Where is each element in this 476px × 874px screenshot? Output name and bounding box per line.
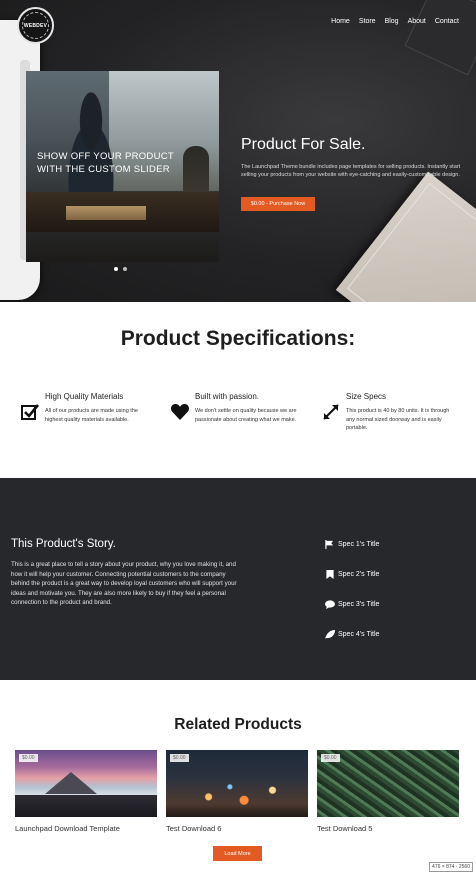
product-card[interactable]: $0.00 Test Download 5 xyxy=(317,750,459,833)
logo-ring: WEBDEV xyxy=(22,12,49,39)
spec-text: We don't settle on quality because we ar… xyxy=(195,408,297,423)
spec-list-item: Spec 4's Title xyxy=(324,619,379,649)
story-title: This Product's Story. xyxy=(11,538,116,550)
spec-text: This product is 40 by 80 units. It is th… xyxy=(346,408,450,431)
heart-icon xyxy=(170,403,190,420)
nav-item-home[interactable]: Home xyxy=(331,18,350,25)
spec-title: Built with passion. xyxy=(195,392,260,401)
spec-list-item: Spec 1's Title xyxy=(324,529,379,559)
corner-decoration xyxy=(404,0,476,76)
price-badge: $0.00 xyxy=(170,754,189,762)
spec-list-label: Spec 1's Title xyxy=(338,540,380,548)
story-text: This is a great place to tell a story ab… xyxy=(11,561,237,606)
dimension-label: 476 × 874 · 2560 xyxy=(429,862,473,872)
slider-dot-1[interactable] xyxy=(114,267,118,271)
story-section: This Product's Story. This is a great pl… xyxy=(0,478,476,680)
book-decoration xyxy=(335,171,476,302)
hero-description: The Launchpad Theme bundle includes page… xyxy=(241,164,461,178)
slider-dot-2[interactable] xyxy=(123,267,127,271)
product-thumbnail[interactable]: $0.00 xyxy=(166,750,308,817)
logo-text: WEBDEV xyxy=(23,22,48,29)
spec-title: High Quality Materials xyxy=(45,392,124,401)
spec-list-item: Spec 3's Title xyxy=(324,589,379,619)
product-card[interactable]: $0.00 Test Download 6 xyxy=(166,750,308,833)
product-card[interactable]: $0.00 Launchpad Download Template xyxy=(15,750,157,833)
product-name[interactable]: Test Download 6 xyxy=(166,824,308,833)
leaf-icon xyxy=(324,629,335,639)
price-badge: $0.00 xyxy=(19,754,38,762)
hero-slider-image[interactable]: SHOW OFF YOUR PRODUCT WITH THE CUSTOM SL… xyxy=(26,71,219,262)
slider-dots xyxy=(114,267,127,271)
photo-book xyxy=(66,206,146,220)
spec-list: Spec 1's Title Spec 2's Title Spec 3's T… xyxy=(324,529,379,649)
product-thumbnail[interactable]: $0.00 xyxy=(317,750,459,817)
slider-caption: SHOW OFF YOUR PRODUCT WITH THE CUSTOM SL… xyxy=(37,151,174,175)
spec-text: All of our products are made using the h… xyxy=(45,408,138,423)
product-thumbnail[interactable]: $0.00 xyxy=(15,750,157,817)
hero-section: WEBDEV Home Store Blog About Contact SHO… xyxy=(0,0,476,302)
nav-item-blog[interactable]: Blog xyxy=(385,18,399,25)
specs-title: Product Specifications: xyxy=(120,327,356,350)
spec-title: Size Specs xyxy=(346,392,387,401)
price-badge: $0.00 xyxy=(321,754,340,762)
product-name[interactable]: Launchpad Download Template xyxy=(15,824,157,833)
spec-list-label: Spec 4's Title xyxy=(338,630,380,638)
chat-bubble-icon xyxy=(324,599,335,609)
checkbox-icon xyxy=(21,404,40,420)
related-title: Related Products xyxy=(174,716,302,733)
spec-list-label: Spec 3's Title xyxy=(338,600,380,608)
bookmark-icon xyxy=(324,569,335,579)
nav-item-about[interactable]: About xyxy=(408,18,426,25)
load-more-button[interactable]: Load More xyxy=(213,846,262,861)
product-name[interactable]: Test Download 5 xyxy=(317,824,459,833)
spec-list-item: Spec 2's Title xyxy=(324,559,379,589)
nav-item-store[interactable]: Store xyxy=(359,18,376,25)
nav-item-contact[interactable]: Contact xyxy=(435,18,459,25)
site-logo[interactable]: WEBDEV xyxy=(17,7,54,44)
flag-icon xyxy=(324,539,335,549)
spec-list-label: Spec 2's Title xyxy=(338,570,380,578)
expand-icon xyxy=(323,404,339,420)
hero-title: Product For Sale. xyxy=(241,136,366,153)
main-nav: Home Store Blog About Contact xyxy=(331,18,459,25)
purchase-button[interactable]: $0.00 - Purchase Now xyxy=(241,197,315,211)
